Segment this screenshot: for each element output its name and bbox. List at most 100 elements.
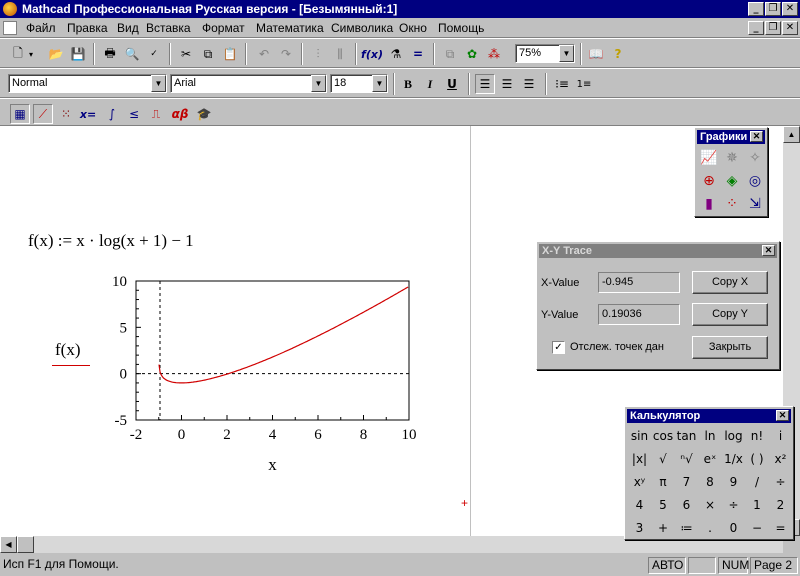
calc-key-3-6[interactable]: 2 <box>769 495 792 515</box>
style-dropdown-arrow-icon[interactable]: ▼ <box>151 75 166 92</box>
zoom-dropdown-arrow-icon[interactable]: ▼ <box>559 45 574 62</box>
calc-key-1-5[interactable]: ( ) <box>746 449 769 469</box>
font-size-select[interactable]: 18 ▼ <box>330 74 388 93</box>
graphs-palette-close-icon[interactable]: ✕ <box>750 131 763 142</box>
calc-key-0-3[interactable]: ln <box>699 426 722 446</box>
resource-center-icon[interactable]: ✿ <box>462 44 482 64</box>
spellcheck-icon[interactable]: ✓ <box>144 44 164 64</box>
menu-format[interactable]: Формат <box>202 21 245 35</box>
calc-key-1-6[interactable]: x² <box>769 449 792 469</box>
new-document-icon[interactable]: 🗋 <box>8 44 28 64</box>
calc-key-0-5[interactable]: n! <box>746 426 769 446</box>
calculator-close-icon[interactable]: ✕ <box>776 410 789 421</box>
calc-key-2-0[interactable]: xʸ <box>628 472 651 492</box>
document-icon[interactable] <box>3 21 17 35</box>
insert-function-icon[interactable]: f(x) <box>361 44 383 64</box>
calc-key-0-0[interactable]: sin <box>628 426 651 446</box>
align-left-icon[interactable]: ☰ <box>475 74 495 94</box>
calc-key-2-3[interactable]: 8 <box>699 472 722 492</box>
doc-minimize-button[interactable]: _ <box>748 21 764 35</box>
paste-icon[interactable]: 📋 <box>220 44 240 64</box>
minimize-button[interactable]: _ <box>748 2 764 16</box>
calc-key-2-2[interactable]: 7 <box>675 472 698 492</box>
help-icon[interactable]: ? <box>608 44 628 64</box>
menu-help[interactable]: Помощь <box>438 21 484 35</box>
calculus-palette-icon[interactable]: ∫ <box>102 104 122 124</box>
copy-icon[interactable]: ⧉ <box>198 44 218 64</box>
scroll-left-icon[interactable]: ◀ <box>0 536 17 553</box>
calc-key-2-4[interactable]: 9 <box>722 472 745 492</box>
copy-x-button[interactable]: Copy X <box>692 271 768 294</box>
scroll-thumb[interactable] <box>17 536 34 553</box>
xy-plot[interactable]: -2 0 2 4 6 8 10 10 5 0 -5 x <box>0 126 470 536</box>
calc-key-3-5[interactable]: 1 <box>746 495 769 515</box>
calc-key-1-2[interactable]: ⁿ√ <box>675 449 698 469</box>
insert-unit-icon[interactable]: ⚗ <box>386 44 406 64</box>
undo-icon[interactable]: ↶ <box>254 44 274 64</box>
italic-button[interactable]: I <box>420 74 440 94</box>
calc-key-1-4[interactable]: 1/x <box>722 449 745 469</box>
calc-key-3-1[interactable]: 5 <box>652 495 675 515</box>
vector-field-icon[interactable]: ⇲ <box>745 194 765 214</box>
menu-window[interactable]: Окно <box>399 21 427 35</box>
y-value-field[interactable]: 0.19036 <box>598 304 680 325</box>
calc-key-4-1[interactable]: + <box>652 518 675 538</box>
polar-plot-icon[interactable]: ⊕ <box>699 171 719 191</box>
menu-insert[interactable]: Вставка <box>146 21 191 35</box>
calculate-icon[interactable]: = <box>408 44 428 64</box>
underline-button[interactable]: U <box>442 74 462 94</box>
calc-key-0-6[interactable]: i <box>769 426 792 446</box>
calc-key-4-6[interactable]: = <box>769 518 792 538</box>
font-dropdown-arrow-icon[interactable]: ▼ <box>311 75 326 92</box>
open-folder-icon[interactable]: 📂 <box>46 44 66 64</box>
component-wizard-icon[interactable]: ⁂ <box>484 44 504 64</box>
calc-key-4-0[interactable]: 3 <box>628 518 651 538</box>
x-value-field[interactable]: -0.945 <box>598 272 680 293</box>
xy-plot-icon[interactable]: 📈 <box>699 148 719 168</box>
print-icon[interactable]: 🖶 <box>100 44 120 64</box>
menu-edit[interactable]: Правка <box>67 21 108 35</box>
calc-key-1-1[interactable]: √ <box>652 449 675 469</box>
print-preview-icon[interactable]: 🔍 <box>122 44 142 64</box>
calc-key-2-5[interactable]: / <box>746 472 769 492</box>
calc-key-3-0[interactable]: 4 <box>628 495 651 515</box>
calc-key-2-1[interactable]: π <box>652 472 675 492</box>
align-down-icon[interactable]: ⫼ <box>330 44 350 64</box>
contour-plot-icon[interactable]: ◎ <box>745 171 765 191</box>
calc-key-3-4[interactable]: ÷ <box>722 495 745 515</box>
align-center-icon[interactable]: ☰ <box>497 74 517 94</box>
cut-icon[interactable]: ✂ <box>176 44 196 64</box>
matrix-palette-icon[interactable]: ⁙ <box>56 104 76 124</box>
insert-component-icon[interactable]: ⧉ <box>440 44 460 64</box>
menu-view[interactable]: Вид <box>117 21 139 35</box>
calc-key-1-0[interactable]: |x| <box>628 449 651 469</box>
greek-palette-icon[interactable]: αβ <box>170 104 190 124</box>
scroll-up-icon[interactable]: ▲ <box>783 126 800 143</box>
numbered-list-icon[interactable]: 1≡ <box>574 74 594 94</box>
calc-key-0-4[interactable]: log <box>722 426 745 446</box>
menu-file[interactable]: Файл <box>26 21 56 35</box>
align-across-icon[interactable]: ⫶ <box>308 44 328 64</box>
maximize-button[interactable]: ❐ <box>765 2 781 16</box>
calc-key-0-1[interactable]: cos <box>652 426 675 446</box>
calc-key-1-3[interactable]: eˣ <box>699 449 722 469</box>
calc-key-4-4[interactable]: 0 <box>722 518 745 538</box>
calc-key-4-2[interactable]: ≔ <box>675 518 698 538</box>
copy-y-button[interactable]: Copy Y <box>692 303 768 326</box>
track-data-checkbox[interactable]: ✓ <box>552 341 565 354</box>
quicksheets-book-icon[interactable]: 📖 <box>586 44 606 64</box>
align-right-icon[interactable]: ☰ <box>519 74 539 94</box>
close-button[interactable]: ✕ <box>782 2 798 16</box>
trace-close-button[interactable]: Закрыть <box>692 336 768 359</box>
menu-math[interactable]: Математика <box>256 21 324 35</box>
menu-symbolics[interactable]: Символика <box>331 21 393 35</box>
font-select[interactable]: Arial ▼ <box>170 74 327 93</box>
programming-palette-icon[interactable]: ⎍ <box>146 104 166 124</box>
calc-key-0-2[interactable]: tan <box>675 426 698 446</box>
zoom-select[interactable]: 75% ▼ <box>515 44 575 63</box>
calc-key-4-3[interactable]: . <box>699 518 722 538</box>
bar-plot-3d-icon[interactable]: ▮ <box>699 194 719 214</box>
bullet-list-icon[interactable]: ⁝≡ <box>552 74 572 94</box>
bold-button[interactable]: B <box>398 74 418 94</box>
doc-restore-button[interactable]: ❐ <box>765 21 781 35</box>
